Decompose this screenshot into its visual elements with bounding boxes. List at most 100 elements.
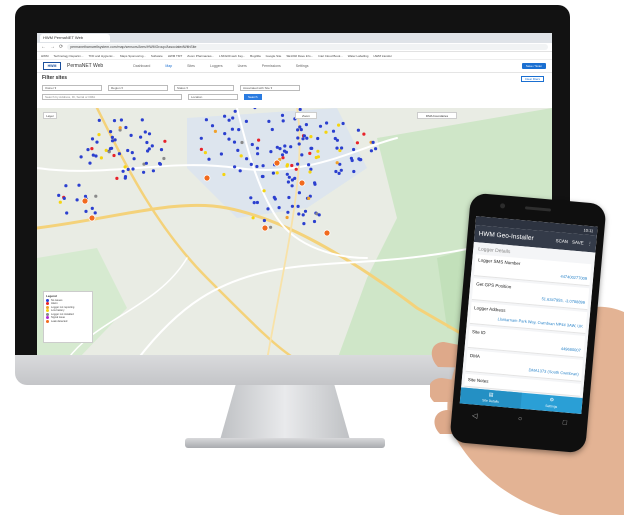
site-marker[interactable]	[112, 119, 117, 123]
site-marker[interactable]	[309, 167, 313, 171]
site-marker[interactable]	[158, 162, 162, 166]
site-marker[interactable]	[318, 124, 323, 128]
site-marker[interactable]	[286, 180, 290, 184]
leak-marker[interactable]	[88, 214, 96, 222]
site-marker[interactable]	[261, 174, 265, 179]
site-marker[interactable]	[245, 157, 249, 161]
site-marker[interactable]	[90, 147, 94, 151]
leak-marker[interactable]	[203, 174, 211, 182]
site-marker[interactable]	[236, 148, 240, 152]
site-marker[interactable]	[249, 162, 253, 166]
site-marker[interactable]	[285, 215, 289, 220]
site-marker[interactable]	[294, 167, 298, 171]
site-marker[interactable]	[79, 155, 83, 159]
site-marker[interactable]	[213, 129, 217, 133]
clear-filters-button[interactable]: Clear filters	[520, 76, 544, 82]
header-button[interactable]: Save / Scan	[521, 63, 546, 69]
site-marker[interactable]	[285, 172, 289, 176]
site-marker[interactable]	[339, 168, 343, 172]
site-marker[interactable]	[305, 136, 309, 140]
location-select[interactable]: Location	[188, 94, 238, 100]
site-marker[interactable]	[62, 196, 66, 200]
site-marker[interactable]	[313, 181, 317, 185]
site-marker[interactable]	[115, 176, 119, 180]
dma-dropdown[interactable]: DMA boundaries	[417, 112, 457, 119]
site-marker[interactable]	[296, 162, 300, 166]
filter-select[interactable]: Status ▾	[174, 85, 234, 91]
site-marker[interactable]	[97, 118, 101, 122]
site-marker[interactable]	[110, 139, 115, 143]
site-marker[interactable]	[257, 138, 261, 142]
site-marker[interactable]	[231, 116, 235, 120]
reload-icon[interactable]: ⟳	[59, 44, 63, 50]
site-marker[interactable]	[350, 158, 354, 163]
leak-marker[interactable]	[81, 197, 89, 205]
site-marker[interactable]	[159, 148, 164, 152]
site-marker[interactable]	[297, 212, 301, 216]
site-marker[interactable]	[119, 118, 123, 122]
site-marker[interactable]	[269, 150, 273, 154]
site-marker[interactable]	[64, 184, 68, 188]
site-marker[interactable]	[199, 147, 203, 151]
bookmark-link[interactable]: Google Site	[266, 54, 282, 58]
site-marker[interactable]	[222, 172, 226, 177]
bookmark-link[interactable]: Intel Cloud Book...	[318, 54, 343, 58]
site-marker[interactable]	[90, 206, 94, 210]
site-marker[interactable]	[309, 146, 313, 150]
site-marker[interactable]	[286, 210, 290, 214]
site-marker[interactable]	[112, 153, 116, 158]
site-marker[interactable]	[273, 197, 277, 201]
leak-marker[interactable]	[261, 224, 269, 232]
site-marker[interactable]	[132, 157, 136, 161]
bookmark-link[interactable]: TFD and Hygienic...	[89, 54, 116, 58]
site-marker[interactable]	[99, 156, 103, 160]
site-marker[interactable]	[251, 216, 255, 220]
site-marker[interactable]	[58, 200, 62, 204]
bookmark-link[interactable]: Bugzilla	[250, 54, 261, 58]
site-marker[interactable]	[316, 136, 320, 141]
site-marker[interactable]	[130, 151, 134, 155]
site-marker[interactable]	[57, 193, 61, 197]
site-marker[interactable]	[123, 165, 127, 169]
site-marker[interactable]	[296, 204, 300, 208]
site-marker[interactable]	[244, 119, 248, 123]
site-marker[interactable]	[355, 141, 359, 145]
site-marker[interactable]	[309, 135, 313, 139]
site-marker[interactable]	[131, 167, 135, 171]
site-marker[interactable]	[287, 175, 291, 179]
site-marker[interactable]	[312, 219, 317, 224]
site-marker[interactable]	[369, 149, 373, 153]
site-marker[interactable]	[151, 169, 155, 173]
site-marker[interactable]	[253, 108, 257, 110]
site-marker[interactable]	[334, 169, 338, 174]
filter-select[interactable]: Region ▾	[108, 85, 168, 91]
site-marker[interactable]	[284, 150, 288, 154]
site-marker[interactable]	[199, 136, 203, 140]
site-marker[interactable]	[262, 189, 266, 193]
site-search-input[interactable]: Search by Address, ID, Serial or DMA	[42, 94, 182, 100]
address-bar[interactable]: permanetharnwellsystem.com/map/sensors/A…	[67, 44, 548, 50]
site-marker[interactable]	[223, 132, 227, 136]
bookmark-link[interactable]: Water Labelling	[348, 54, 369, 58]
site-marker[interactable]	[93, 211, 97, 215]
site-marker[interactable]	[77, 183, 81, 187]
site-marker[interactable]	[271, 171, 275, 175]
site-marker[interactable]	[255, 146, 260, 150]
site-marker[interactable]	[280, 113, 285, 117]
site-marker[interactable]	[308, 151, 312, 155]
bookmark-link[interactable]: Software	[151, 54, 163, 58]
site-marker[interactable]	[296, 128, 300, 132]
phone-action-save[interactable]: SAVE	[572, 239, 584, 246]
site-marker[interactable]	[232, 140, 237, 144]
site-marker[interactable]	[281, 119, 285, 123]
site-marker[interactable]	[324, 130, 328, 134]
site-marker[interactable]	[307, 163, 311, 167]
bookmark-link[interactable]: HWM	[41, 54, 49, 58]
forward-icon[interactable]: →	[50, 44, 55, 50]
leak-marker[interactable]	[298, 179, 306, 187]
bookmark-link[interactable]: Maps Sponsoring...	[120, 54, 146, 58]
site-marker[interactable]	[239, 154, 243, 158]
filter-select[interactable]: Owner ▾	[42, 85, 102, 91]
site-marker[interactable]	[110, 135, 114, 139]
site-marker[interactable]	[104, 148, 108, 152]
